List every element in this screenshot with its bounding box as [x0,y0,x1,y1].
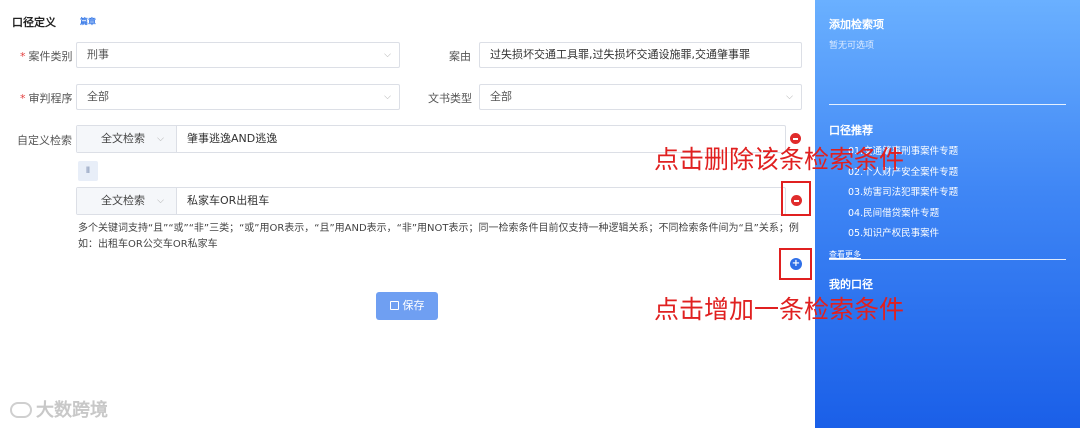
title-tag: 篇章 [80,17,96,26]
required-mark: * [20,50,26,63]
doc-type-value: 全部 [490,90,512,103]
procedure-label: * 审判程序 [20,92,73,105]
watermark-logo-icon [10,402,32,418]
chevron-down-icon: ⌵ [384,50,391,60]
recommend-item[interactable]: 05.知识产权民事案件 [848,225,939,239]
page: 口径定义 篇章 * 案件类别 刑事 ⌵ 案由 过失损坏交通工具罪,过失损坏交通设施… [0,0,1080,428]
condition-keyword-input[interactable]: 私家车OR出租车 [187,188,269,214]
case-type-select[interactable]: 刑事 ⌵ [76,42,400,68]
case-type-label: * 案件类别 [20,50,73,63]
cause-label: 案由 [449,50,471,63]
watermark: 大数跨境 [10,396,108,422]
remove-condition-icon[interactable] [791,195,802,206]
chevron-down-icon: ⌵ [157,134,164,144]
procedure-select[interactable]: 全部 ⌵ [76,84,400,110]
recommend-item[interactable]: 03.妨害司法犯罪案件专题 [848,184,958,198]
search-condition-2: 全文检索 ⌵ 私家车OR出租车 [76,187,786,215]
page-title: 口径定义 [12,16,56,29]
chevron-down-icon: ⌵ [157,196,164,206]
recommend-item[interactable]: 04.民间借贷案件专题 [848,205,939,219]
condition-type-select[interactable]: 全文检索 ⌵ [77,188,177,214]
search-hint: 多个关键词支持“且”“或”“非”三类；“或”用OR表示，“且”用AND表示，“非… [78,223,799,250]
required-mark: * [20,92,26,105]
doc-type-select[interactable]: 全部 ⌵ [479,84,802,110]
main-panel: 口径定义 篇章 * 案件类别 刑事 ⌵ 案由 过失损坏交通工具罪,过失损坏交通设施… [0,0,815,428]
add-annotation: 点击增加一条检索条件 [654,295,905,324]
logic-connector-toggle[interactable]: Ⅱ [78,161,98,181]
divider [829,104,1066,105]
cause-input[interactable]: 过失损坏交通工具罪,过失损坏交通设施罪,交通肇事罪 [479,42,802,68]
custom-search-label: 自定义检索 [17,134,72,147]
save-button[interactable]: 保存 [376,292,438,320]
procedure-value: 全部 [87,90,109,103]
divider [829,259,1066,260]
delete-annotation: 点击删除该条检索条件 [654,145,905,174]
save-icon [389,301,399,310]
add-search-empty: 暂无可选项 [829,41,875,51]
right-sidebar: 添加检索项 暂无可选项 口径推荐 01.交通肇事刑事案件专题 02.个人财产安全… [815,0,1080,428]
doc-type-label: 文书类型 [428,92,472,105]
chevron-down-icon: ⌵ [786,92,793,102]
recommend-title: 口径推荐 [829,124,873,137]
condition-keyword-input[interactable]: 肇事逃逸AND逃逸 [187,126,277,152]
add-condition-icon[interactable]: + [790,258,802,270]
chevron-down-icon: ⌵ [384,92,391,102]
case-type-value: 刑事 [87,48,109,61]
add-search-item-title: 添加检索项 [829,18,884,31]
condition-type-select[interactable]: 全文检索 ⌵ [77,126,177,152]
